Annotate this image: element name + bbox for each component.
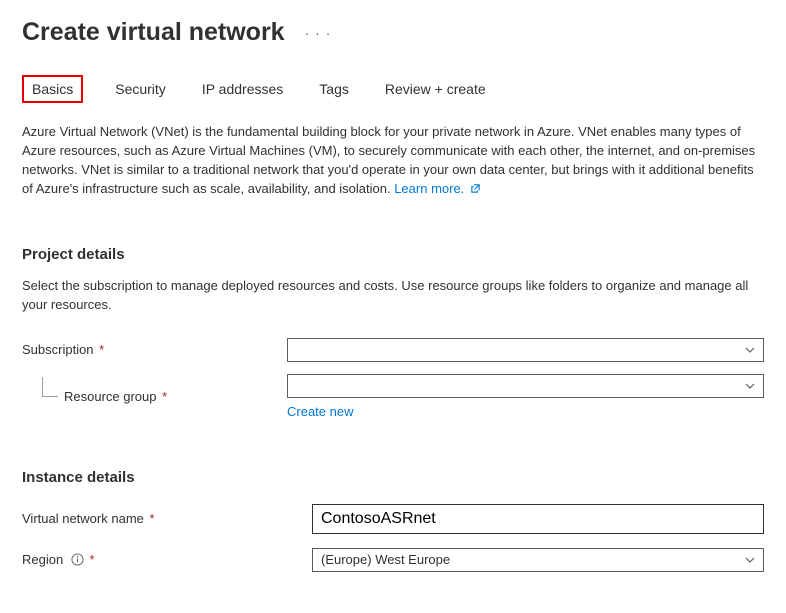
- chevron-down-icon: [745, 383, 755, 389]
- tab-ip-addresses[interactable]: IP addresses: [198, 75, 287, 103]
- resource-group-label: Resource group *: [22, 389, 287, 404]
- vnet-description: Azure Virtual Network (VNet) is the fund…: [22, 123, 764, 198]
- vnet-name-input-wrapper: [312, 504, 764, 534]
- required-mark: *: [89, 552, 94, 567]
- region-label: Region *: [22, 552, 312, 567]
- external-link-icon: [470, 183, 481, 194]
- chevron-down-icon: [745, 557, 755, 563]
- subscription-select[interactable]: [287, 338, 764, 362]
- page-title: Create virtual network: [22, 18, 285, 47]
- tab-tags[interactable]: Tags: [315, 75, 353, 103]
- more-actions-button[interactable]: · · ·: [301, 21, 336, 45]
- tree-indent-line: [42, 377, 58, 397]
- region-select[interactable]: (Europe) West Europe: [312, 548, 764, 572]
- info-icon[interactable]: [71, 553, 84, 566]
- chevron-down-icon: [745, 347, 755, 353]
- resource-group-select[interactable]: [287, 374, 764, 398]
- create-new-resource-group-link[interactable]: Create new: [287, 404, 353, 419]
- required-mark: *: [162, 389, 167, 404]
- vnet-name-label: Virtual network name *: [22, 511, 312, 526]
- learn-more-text: Learn more.: [394, 181, 464, 196]
- tab-security[interactable]: Security: [111, 75, 170, 103]
- vnet-name-input[interactable]: [321, 510, 755, 528]
- instance-details-heading: Instance details: [22, 469, 764, 486]
- description-text: Azure Virtual Network (VNet) is the fund…: [22, 124, 755, 196]
- required-mark: *: [150, 511, 155, 526]
- tab-basics[interactable]: Basics: [22, 75, 83, 103]
- region-value: (Europe) West Europe: [321, 552, 450, 567]
- required-mark: *: [99, 342, 104, 357]
- project-details-heading: Project details: [22, 246, 764, 263]
- subscription-label: Subscription *: [22, 342, 287, 357]
- tab-bar: Basics Security IP addresses Tags Review…: [22, 75, 764, 103]
- learn-more-link[interactable]: Learn more.: [394, 181, 481, 196]
- tab-review-create[interactable]: Review + create: [381, 75, 490, 103]
- project-details-desc: Select the subscription to manage deploy…: [22, 277, 764, 313]
